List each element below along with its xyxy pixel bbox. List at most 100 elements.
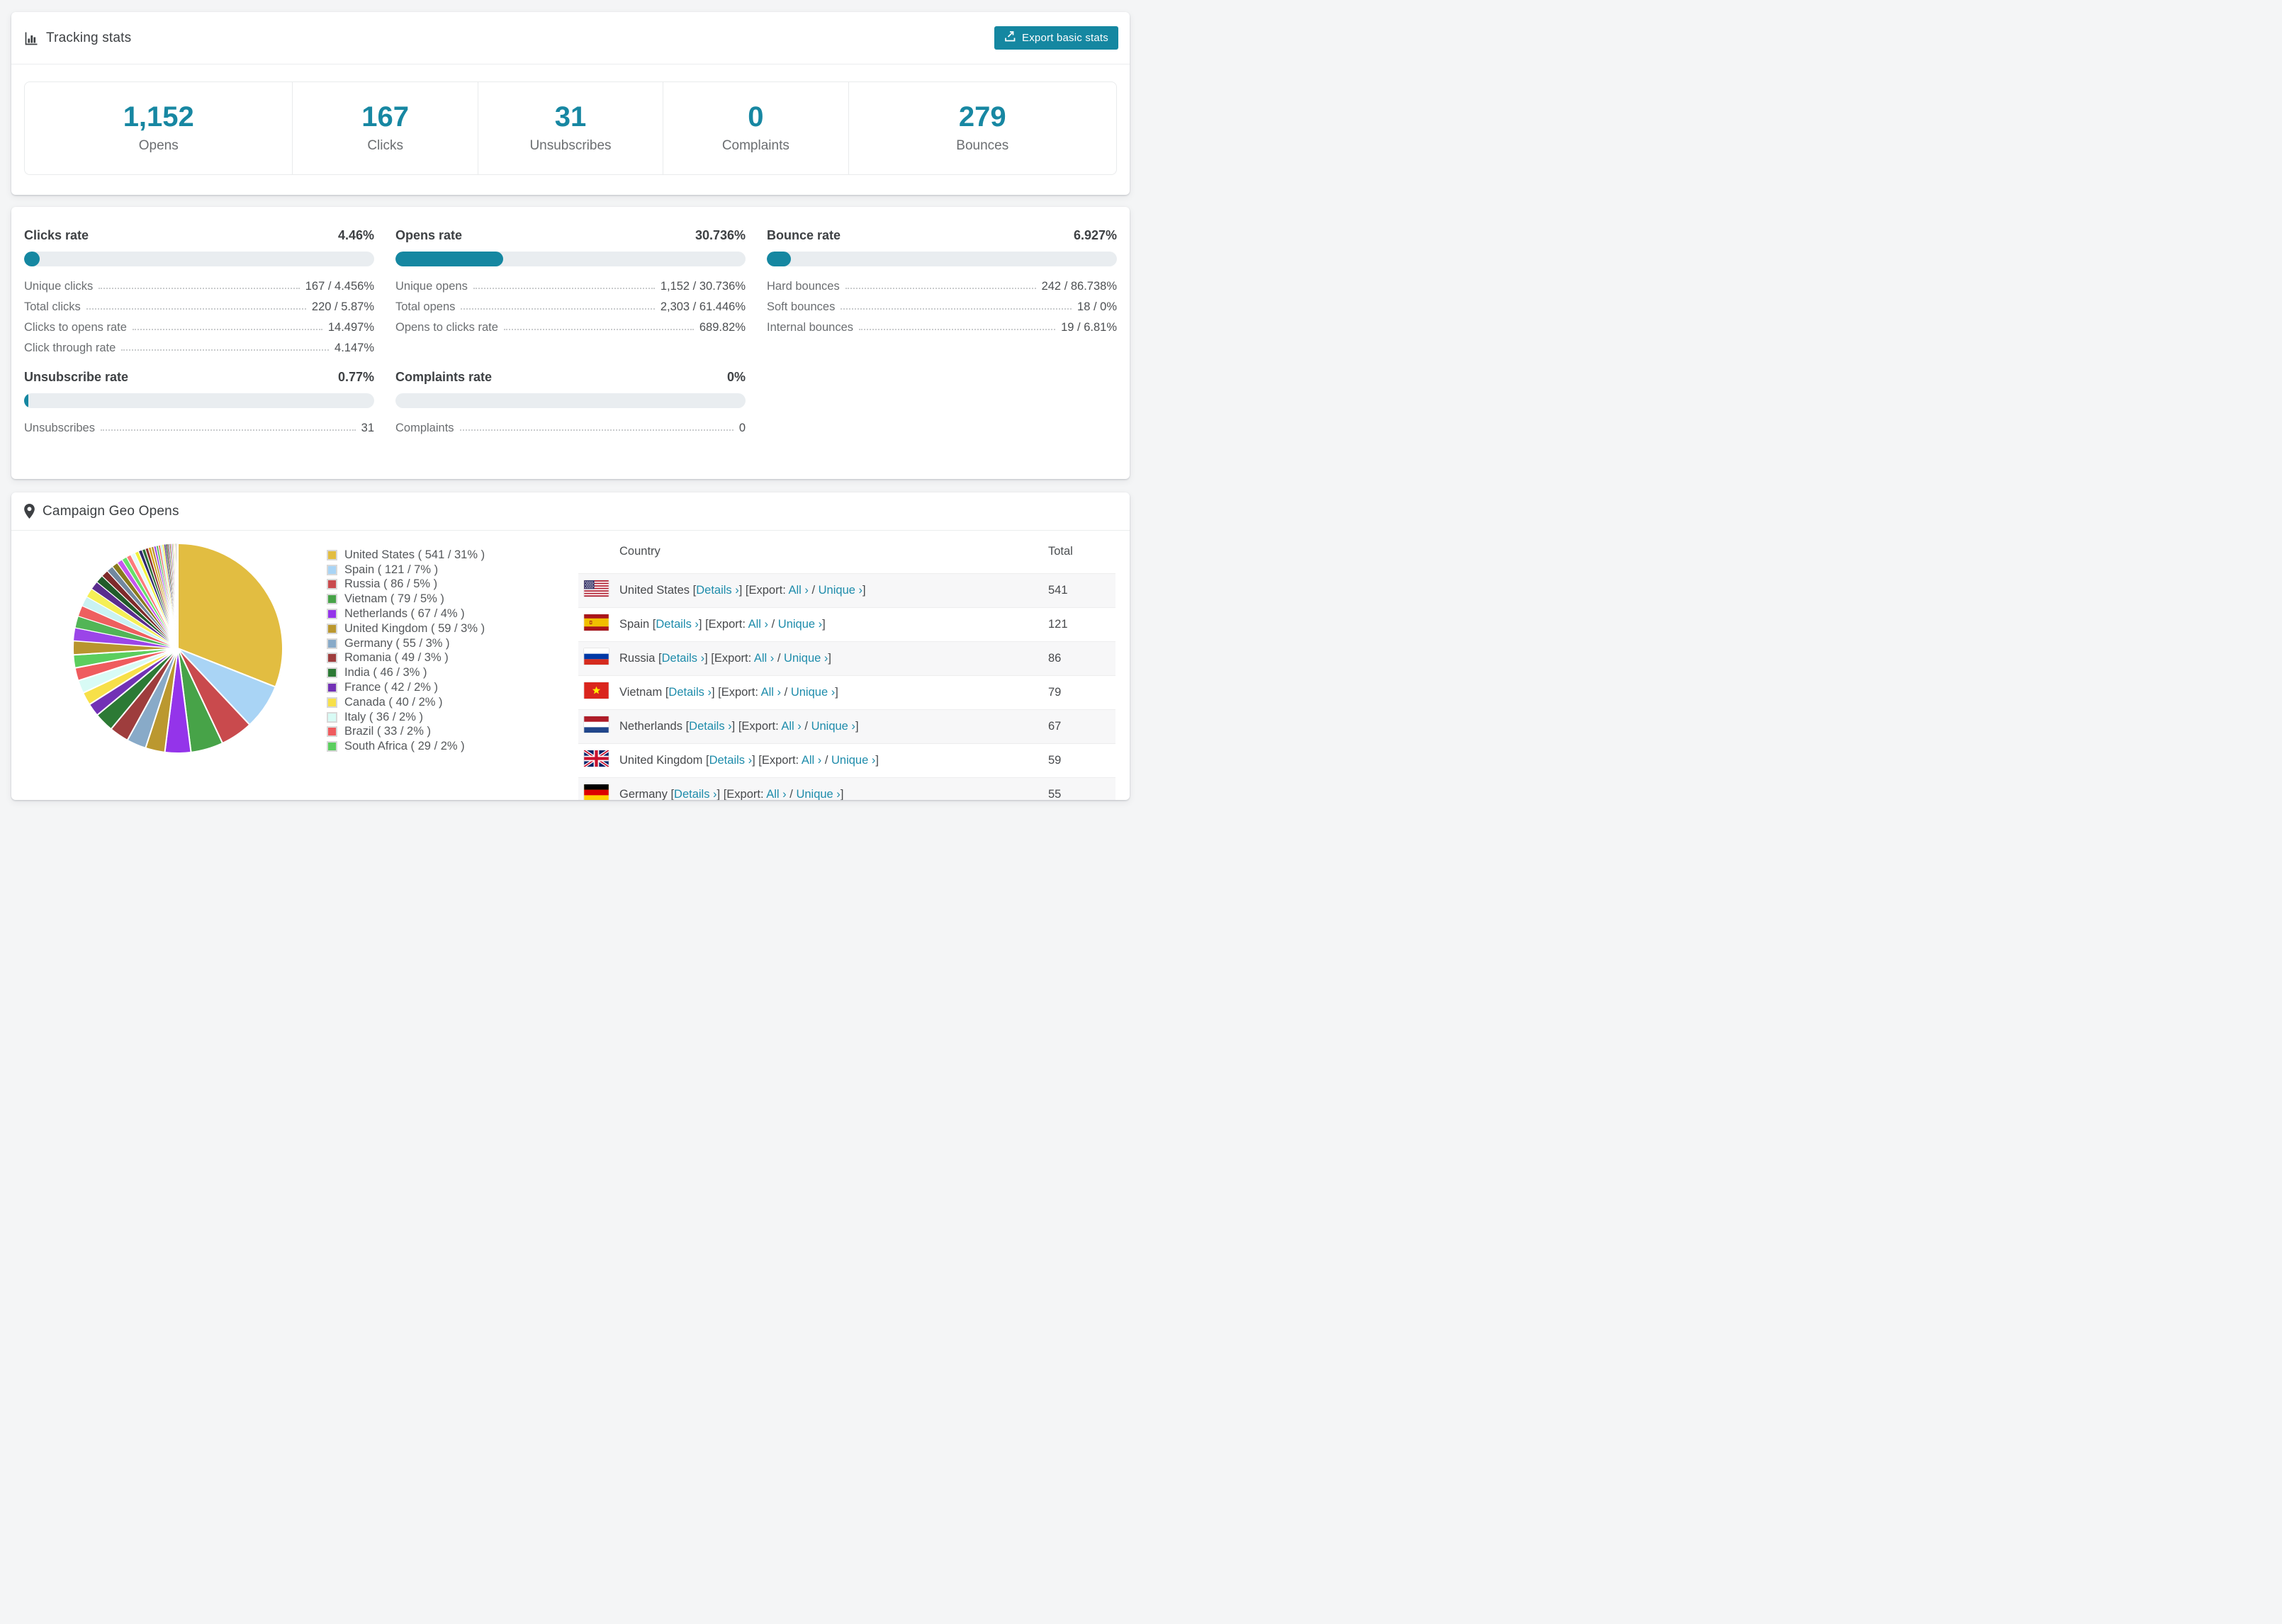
geo-table-header-total: Total [1048, 545, 1073, 558]
legend-item-germany[interactable]: Germany ( 55 / 3% ) [327, 636, 485, 651]
rate-row-label: Soft bounces [767, 300, 836, 313]
export-basic-stats-label: Export basic stats [1022, 32, 1108, 44]
flag-cell-vietnam [578, 675, 614, 709]
complaints-rate-panel: Complaints rate 0% Complaints 0 [395, 370, 746, 437]
geo-opens-card: Campaign Geo Opens United States ( 541 /… [11, 492, 1130, 800]
rate-row-value: 31 [361, 422, 374, 434]
bounce-rate-title: Bounce rate [767, 228, 841, 242]
united-states-flag-icon [584, 580, 609, 597]
legend-item-spain[interactable]: Spain ( 121 / 7% ) [327, 563, 485, 577]
legend-swatch [327, 623, 337, 634]
geo-opens-title-text: Campaign Geo Opens [43, 503, 179, 519]
legend-item-romania[interactable]: Romania ( 49 / 3% ) [327, 651, 485, 666]
bounce-rate-rows: Hard bounces 242 / 86.738% Soft bounces 18 … [767, 275, 1117, 337]
legend-item-france[interactable]: France ( 42 / 2% ) [327, 680, 485, 695]
country-name: Germany [619, 787, 671, 800]
russia-flag-icon [584, 648, 609, 665]
opens-rate-value: 30.736% [695, 228, 746, 242]
complaints-rate-title: Complaints rate [395, 370, 493, 384]
geo-opens-table: Country Total United States [Details ›] … [578, 531, 1115, 800]
legend-item-russia[interactable]: Russia ( 86 / 5% ) [327, 577, 485, 592]
clicks-rate-title: Clicks rate [24, 228, 89, 242]
legend-item-united-states[interactable]: United States ( 541 / 31% ) [327, 548, 485, 563]
rate-row-unique-opens: Unique opens 1,152 / 30.736% [395, 275, 746, 295]
country-cell-united-kingdom: United Kingdom [Details ›] [Export: All … [619, 753, 879, 767]
opens-rate-progress-bar [395, 252, 746, 266]
bar-chart-icon [24, 31, 38, 45]
legend-label: Spain ( 121 / 7% ) [344, 563, 439, 576]
stats-summary-row: 1,152 Opens 167 Clicks 31 Unsubscribes 0 Compla… [24, 81, 1117, 175]
geo-row-netherlands: Netherlands [Details ›] [Export: All › /… [578, 709, 1115, 743]
legend-label: Italy ( 36 / 2% ) [344, 710, 423, 723]
stat-label: Opens [138, 138, 179, 153]
export-all-link-netherlands[interactable]: All › [781, 720, 801, 733]
export-unique-link-netherlands[interactable]: Unique › [811, 720, 855, 733]
legend-item-canada[interactable]: Canada ( 40 / 2% ) [327, 695, 485, 710]
legend-label: Germany ( 55 / 3% ) [344, 636, 450, 650]
bounce-rate-progress-bar [767, 252, 1117, 266]
legend-swatch [327, 594, 337, 605]
clicks-rate-value: 4.46% [337, 228, 374, 242]
rate-row-label: Clicks to opens rate [24, 321, 127, 334]
details-link-netherlands[interactable]: Details › [689, 720, 732, 733]
legend-item-united-kingdom[interactable]: United Kingdom ( 59 / 3% ) [327, 621, 485, 636]
unsubscribe-rate-head: Unsubscribe rate 0.77% [24, 370, 374, 385]
clicks-rate-progress-fill [24, 252, 40, 266]
bounce-rate-panel: Bounce rate 6.927% Hard bounces 242 / 86.73… [767, 228, 1117, 357]
export-unique-link-russia[interactable]: Unique › [784, 652, 828, 665]
dotted-leader [132, 329, 322, 330]
details-link-russia[interactable]: Details › [662, 652, 705, 665]
legend-item-india[interactable]: India ( 46 / 3% ) [327, 665, 485, 680]
stat-label: Unsubscribes [529, 138, 612, 153]
legend-swatch [327, 549, 337, 560]
country-cell-germany: Germany [Details ›] [Export: All › / Uni… [619, 787, 844, 800]
geo-opens-pie-chart [72, 543, 283, 754]
dotted-leader [459, 429, 734, 431]
export-all-link-vietnam[interactable]: All › [761, 686, 781, 699]
opens-rate-title: Opens rate [395, 228, 463, 242]
rate-row-value: 14.497% [327, 321, 374, 334]
bounce-rate-progress-fill [767, 252, 792, 266]
export-basic-stats-button[interactable]: Export basic stats [994, 26, 1118, 50]
details-link-vietnam[interactable]: Details › [668, 686, 712, 699]
export-unique-link-united-kingdom[interactable]: Unique › [831, 754, 875, 767]
export-all-link-spain[interactable]: All › [748, 618, 768, 631]
details-link-united-kingdom[interactable]: Details › [709, 754, 753, 767]
clicks-rate-rows: Unique clicks 167 / 4.456% Total clicks 220… [24, 275, 374, 357]
legend-item-south-africa[interactable]: South Africa ( 29 / 2% ) [327, 739, 485, 754]
legend-label: Netherlands ( 67 / 4% ) [344, 607, 465, 621]
total-cell-germany: 55 [1048, 787, 1062, 800]
export-unique-link-united-states[interactable]: Unique › [819, 584, 862, 597]
export-unique-link-germany[interactable]: Unique › [796, 788, 840, 800]
rate-row-internal-bounces: Internal bounces 19 / 6.81% [767, 316, 1117, 337]
legend-swatch [327, 711, 337, 723]
legend-swatch [327, 697, 337, 708]
export-all-link-germany[interactable]: All › [766, 788, 786, 800]
country-name: United Kingdom [619, 753, 706, 767]
geo-table-header-row: Country Total [578, 531, 1115, 573]
opens-rate-panel: Opens rate 30.736% Unique opens 1,152 / 30.… [395, 228, 746, 357]
details-link-germany[interactable]: Details › [674, 788, 717, 800]
unsubscribe-rate-rows: Unsubscribes 31 [24, 417, 374, 437]
details-link-spain[interactable]: Details › [656, 618, 699, 631]
bounce-rate-value: 6.927% [1073, 228, 1117, 242]
total-cell-united-kingdom: 59 [1048, 753, 1062, 767]
country-cell-united-states: United States [Details ›] [Export: All ›… [619, 583, 866, 597]
unsubscribe-rate-value: 0.77% [337, 370, 374, 384]
export-unique-link-spain[interactable]: Unique › [778, 618, 822, 631]
legend-item-vietnam[interactable]: Vietnam ( 79 / 5% ) [327, 592, 485, 607]
export-all-link-russia[interactable]: All › [754, 652, 774, 665]
total-cell-spain: 121 [1048, 617, 1068, 631]
netherlands-flag-icon [584, 716, 609, 733]
export-unique-link-vietnam[interactable]: Unique › [791, 686, 835, 699]
rate-row-value: 242 / 86.738% [1041, 280, 1117, 293]
legend-swatch [327, 564, 337, 575]
legend-item-brazil[interactable]: Brazil ( 33 / 2% ) [327, 725, 485, 740]
export-all-link-united-kingdom[interactable]: All › [802, 754, 821, 767]
export-all-link-united-states[interactable]: All › [788, 584, 808, 597]
legend-item-netherlands[interactable]: Netherlands ( 67 / 4% ) [327, 607, 485, 621]
details-link-united-states[interactable]: Details › [696, 584, 739, 597]
legend-item-italy[interactable]: Italy ( 36 / 2% ) [327, 710, 485, 725]
legend-label: France ( 42 / 2% ) [344, 681, 439, 694]
stat-box-complaints: 0 Complaints [663, 82, 849, 174]
